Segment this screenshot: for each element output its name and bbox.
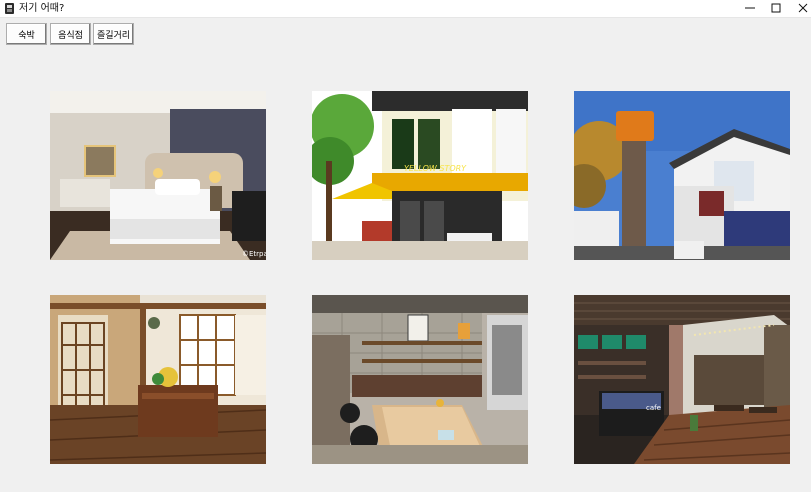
- yellow-cafe-storefront-photo[interactable]: YELLOW STORY: [312, 91, 528, 260]
- maximize-button[interactable]: [762, 0, 790, 17]
- guesthouse-exterior-photo[interactable]: [574, 91, 790, 260]
- lodging-button[interactable]: 숙박: [6, 23, 47, 45]
- close-button[interactable]: [789, 0, 811, 17]
- cafe-sign-text: YELLOW STORY: [404, 164, 467, 173]
- app-icon: [5, 3, 14, 14]
- maximize-icon: [771, 3, 781, 13]
- hanok-interior-photo[interactable]: [50, 295, 266, 464]
- close-icon: [798, 3, 808, 13]
- photo-watermark: ©Etrpa: [242, 250, 266, 258]
- cafe-logo-text: cafe: [646, 404, 661, 412]
- title-bar[interactable]: 저기 어때?: [0, 0, 811, 18]
- restaurant-button[interactable]: 음식점: [50, 23, 91, 45]
- coffee-shop-bar-photo[interactable]: [312, 295, 528, 464]
- minimize-icon: [745, 7, 755, 9]
- minimize-button[interactable]: [736, 0, 764, 17]
- attractions-button[interactable]: 즐길거리: [93, 23, 134, 45]
- window-title: 저기 어때?: [19, 3, 65, 14]
- hotel-room-photo[interactable]: ©Etrpa: [50, 91, 266, 260]
- cafe-terrace-photo[interactable]: cafe: [574, 295, 790, 464]
